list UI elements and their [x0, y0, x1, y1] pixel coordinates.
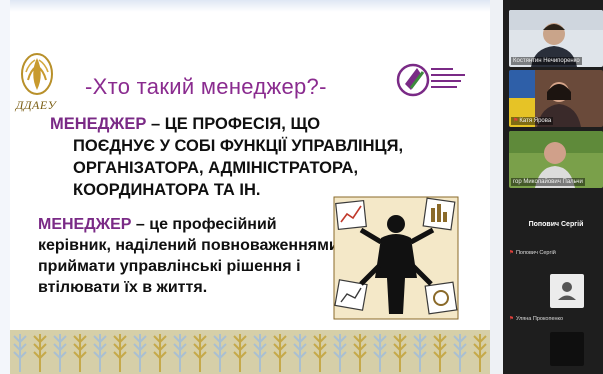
- participant-video-off-placeholder[interactable]: [550, 332, 584, 366]
- shared-presentation-slide: ДДАЕУ -Хто такий менеджер?- МЕНЕДЖЕР – Ц…: [0, 0, 503, 374]
- definition-leader-line-3: приймати управлінські рішення і: [38, 258, 301, 275]
- participant-avatar-placeholder[interactable]: [550, 274, 584, 308]
- definition-leader-line-1-text: – це професійний: [131, 216, 277, 233]
- definition-profession-line-3: ОРГАНІЗАТОРА, АДМІНІСТРАТОРА,: [73, 159, 359, 177]
- participant-name-3: гор Миколайович Пальчи: [513, 179, 583, 185]
- definition-leader-line-2: керівник, наділений повноваженнями: [38, 237, 339, 254]
- definition-leader-line-1: МЕНЕДЖЕР – це професійний: [38, 214, 277, 235]
- slide-top-band: [0, 0, 503, 12]
- participant-video-tile-2[interactable]: ⚑Катя Ярова: [509, 70, 603, 127]
- participant-name-tag-2: ⚑Катя Ярова: [511, 117, 554, 125]
- mini-participant-name-1-text: Попович Сергій: [515, 250, 556, 256]
- manager-illustration: [333, 196, 459, 320]
- participants-panel: Костянтин Нечипоренко ⚑Катя Ярова гор Ми…: [503, 0, 603, 374]
- keyword-manager-2: МЕНЕДЖЕР: [38, 216, 132, 233]
- slide-left-band: [0, 0, 10, 374]
- slide-right-band: [490, 0, 503, 374]
- university-logo-text: ДДАЕУ: [15, 98, 57, 112]
- definition-leader-line-4: втілювати їх в життя.: [38, 279, 208, 296]
- participant-name-1: Костянтин Нечипоренко: [513, 58, 580, 64]
- definition-profession-line-1-text: – ЦЕ ПРОФЕСІЯ, ЩО: [146, 115, 321, 133]
- active-speaker-name: Попович Сергій: [528, 221, 584, 228]
- participant-name-tag-3: гор Миколайович Пальчи: [511, 178, 585, 186]
- definition-profession-line-1: МЕНЕДЖЕР – ЦЕ ПРОФЕСІЯ, ЩО: [50, 113, 320, 135]
- department-logo: [396, 63, 465, 97]
- active-speaker-tile[interactable]: Попович Сергій: [509, 199, 603, 254]
- definition-profession-line-2: ПОЄДНУЄ У СОБІ ФУНКЦІЇ УПРАВЛІНЦЯ,: [73, 137, 404, 155]
- wheat-ornament-border: [10, 330, 490, 374]
- keyword-manager: МЕНЕДЖЕР: [50, 115, 147, 133]
- mini-participant-name-1: ⚑ Попович Сергій: [509, 249, 556, 257]
- mini-participant-name-2-text: Уляна Прокопенко: [515, 316, 564, 322]
- definition-profession-line-4: КООРДИНАТОРА ТА ІН.: [73, 181, 261, 199]
- mic-muted-icon: ⚑: [509, 250, 514, 256]
- participant-name-2: Катя Ярова: [519, 118, 552, 124]
- user-silhouette-icon: [558, 282, 576, 300]
- slide-title: -Хто такий менеджер?-: [85, 74, 327, 99]
- participant-video-tile-3[interactable]: гор Миколайович Пальчи: [509, 131, 603, 188]
- participant-video-tile-1[interactable]: Костянтин Нечипоренко: [509, 10, 603, 67]
- mic-muted-icon: ⚑: [509, 316, 514, 322]
- video-call-window: ДДАЕУ -Хто такий менеджер?- МЕНЕДЖЕР – Ц…: [0, 0, 603, 374]
- mini-participant-name-2: ⚑ Уляна Прокопенко: [509, 315, 563, 323]
- mic-muted-icon: ⚑: [513, 118, 519, 124]
- participant-name-tag-1: Костянтин Нечипоренко: [511, 57, 582, 65]
